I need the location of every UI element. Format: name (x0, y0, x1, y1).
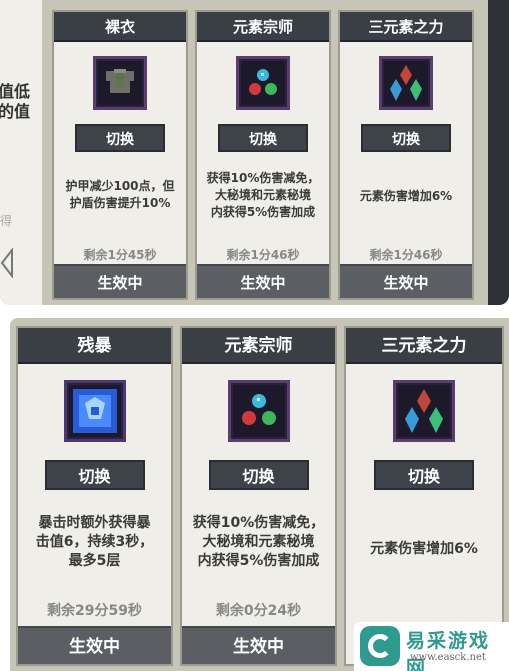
buff-description: 获得10%伤害减免， 大秘境和元素秘境 内获得5%伤害加成 (192, 515, 325, 569)
site-logo-icon (360, 626, 400, 666)
element-orbs-icon (227, 380, 290, 442)
buff-title: 元素宗师 (182, 328, 335, 364)
buff-title: 三元素之力 (340, 12, 472, 42)
arrow-left-icon[interactable] (0, 248, 14, 278)
active-status-button[interactable]: 生效中 (54, 264, 186, 298)
buff-panel-top: 值低 的值 得 裸衣 切换 护甲减少100点，但 护盾伤害提升10% 剩余1分4… (0, 0, 509, 305)
buff-title: 裸衣 (54, 12, 186, 42)
buff-description: 元素伤害增加6% (359, 189, 453, 203)
remaining-time: 剩余1分46秒 (369, 248, 443, 262)
buff-title: 元素宗师 (197, 12, 329, 42)
buff-card: 裸衣 切换 护甲减少100点，但 护盾伤害提升10% 剩余1分45秒 生效中 (52, 10, 188, 300)
switch-button[interactable]: 切换 (218, 124, 308, 152)
remaining-time: 剩余0分24秒 (215, 603, 302, 619)
buff-card: 三元素之力 切换 元素伤害增加6% 剩余1分46秒 生效中 (338, 10, 474, 300)
partial-text-2: 的值 (0, 102, 31, 121)
watermark-title: 易采游戏网 (406, 630, 491, 671)
buff-card: 元素宗师 切换 获得10%伤害减免， 大秘境和元素秘境 内获得5%伤害加成 剩余… (180, 326, 337, 666)
active-status-button[interactable]: 生效中 (182, 626, 335, 664)
buff-description: 获得10%伤害减免， 大秘境和元素秘境 内获得5%伤害加成 (206, 171, 320, 219)
switch-button[interactable]: 切换 (361, 124, 451, 152)
active-status-button[interactable]: 生效中 (18, 626, 171, 664)
remaining-time: 剩余29分59秒 (47, 603, 142, 619)
buff-card: 元素宗师 切换 获得10%伤害减免， 大秘境和元素秘境 内获得5%伤害加成 剩余… (195, 10, 331, 300)
switch-button[interactable]: 切换 (374, 460, 474, 490)
remaining-time: 剩余1分46秒 (226, 248, 300, 262)
element-orbs-icon (236, 56, 290, 110)
active-status-button[interactable]: 生效中 (340, 264, 472, 298)
partial-card: 值低 的值 得 (0, 0, 42, 305)
buff-description: 护甲减少100点，但 护盾伤害提升10% (65, 179, 175, 210)
site-watermark: 易采游戏网 www.easck.net (354, 622, 509, 671)
active-status-button[interactable]: 生效中 (197, 264, 329, 298)
buff-description: 暴击时额外获得暴 击值6，持续3秒， 最多5层 (35, 515, 154, 569)
buff-panel-bottom: 残暴 切换 暴击时额外获得暴 击值6，持续3秒， 最多5层 剩余29分59秒 生… (10, 318, 509, 671)
three-crystals-icon (379, 56, 433, 110)
switch-button[interactable]: 切换 (75, 124, 165, 152)
buff-title: 残暴 (18, 328, 171, 364)
armor-shirt-icon (93, 56, 147, 110)
buff-card: 三元素之力 切换 元素伤害增加6% (344, 326, 504, 666)
buff-card: 残暴 切换 暴击时额外获得暴 击值6，持续3秒， 最多5层 剩余29分59秒 生… (16, 326, 173, 666)
remaining-time: 剩余1分45秒 (83, 248, 157, 262)
partial-text-1: 值低 (0, 82, 31, 101)
buff-description: 元素伤害增加6% (370, 541, 478, 557)
switch-button[interactable]: 切换 (208, 460, 309, 490)
partial-small-text: 得 (0, 214, 13, 228)
blue-rage-icon (63, 380, 126, 442)
switch-button[interactable]: 切换 (44, 460, 145, 490)
buff-title: 三元素之力 (346, 328, 502, 364)
watermark-url: www.easck.net (410, 652, 486, 663)
side-rail (488, 0, 509, 305)
three-crystals-icon (393, 380, 455, 442)
